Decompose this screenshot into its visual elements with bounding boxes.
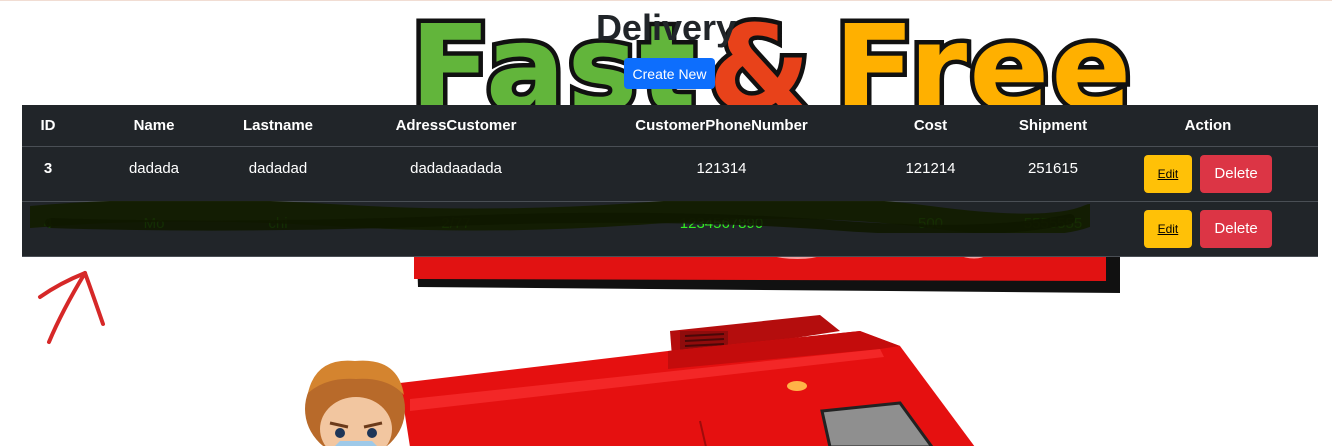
delete-button[interactable]: Delete <box>1200 209 1273 248</box>
cell-shipment: 5555555 <box>1008 201 1098 257</box>
edit-button[interactable]: Edit <box>1143 209 1192 248</box>
cell-phone: 121314 <box>590 146 853 202</box>
cell-cost-text: 500 <box>917 214 944 232</box>
cell-shipment-text: 5555555 <box>1023 214 1083 232</box>
cell-id: 3 <box>22 146 74 202</box>
delete-button[interactable]: Delete <box>1200 154 1273 193</box>
cell-phone: 1234567890 <box>590 201 853 257</box>
cell-actions: Edit Delete <box>1098 146 1318 202</box>
cell-address: 2/77 <box>322 201 590 257</box>
column-header-cost: Cost <box>853 105 1008 147</box>
cell-lastname: chi <box>234 201 322 257</box>
table-row: 4 Mo chi 2/77 1234567890 500 5555555 Edi… <box>22 201 1318 257</box>
cell-actions: Edit Delete <box>1098 201 1318 257</box>
cell-lastname-text: chi <box>268 214 288 232</box>
cell-address: dadadaadada <box>322 146 590 202</box>
cell-name: Mo <box>74 201 234 257</box>
cell-phone-text: 1234567890 <box>679 214 764 232</box>
column-header-id: ID <box>22 105 74 147</box>
page-title: Delivery <box>595 7 737 48</box>
cell-id-text: 4 <box>43 214 53 232</box>
cell-cost: 121214 <box>853 146 1008 202</box>
create-new-button[interactable]: Create New <box>624 58 715 89</box>
column-header-shipment: Shipment <box>1008 105 1098 147</box>
annotation-arrow-icon <box>38 271 105 344</box>
deliveries-table: ID Name Lastname AdressCustomer Customer… <box>22 105 1318 257</box>
cell-id: 4 <box>22 201 74 257</box>
column-header-action: Action <box>1098 105 1318 147</box>
table-header-row: ID Name Lastname AdressCustomer Customer… <box>22 105 1318 147</box>
cell-name: dadada <box>74 146 234 202</box>
column-header-address: AdressCustomer <box>322 105 590 147</box>
edit-button[interactable]: Edit <box>1143 154 1192 193</box>
cell-address-text: 2/77 <box>441 214 471 232</box>
cell-shipment: 251615 <box>1008 146 1098 202</box>
column-header-phone: CustomerPhoneNumber <box>590 105 853 147</box>
column-header-lastname: Lastname <box>234 105 322 147</box>
cell-lastname: dadadad <box>234 146 322 202</box>
cell-name-text: Mo <box>143 214 165 232</box>
column-header-name: Name <box>74 105 234 147</box>
cell-cost: 500 <box>853 201 1008 257</box>
table-row: 3 dadada dadadad dadadaadada 121314 1212… <box>22 146 1318 202</box>
